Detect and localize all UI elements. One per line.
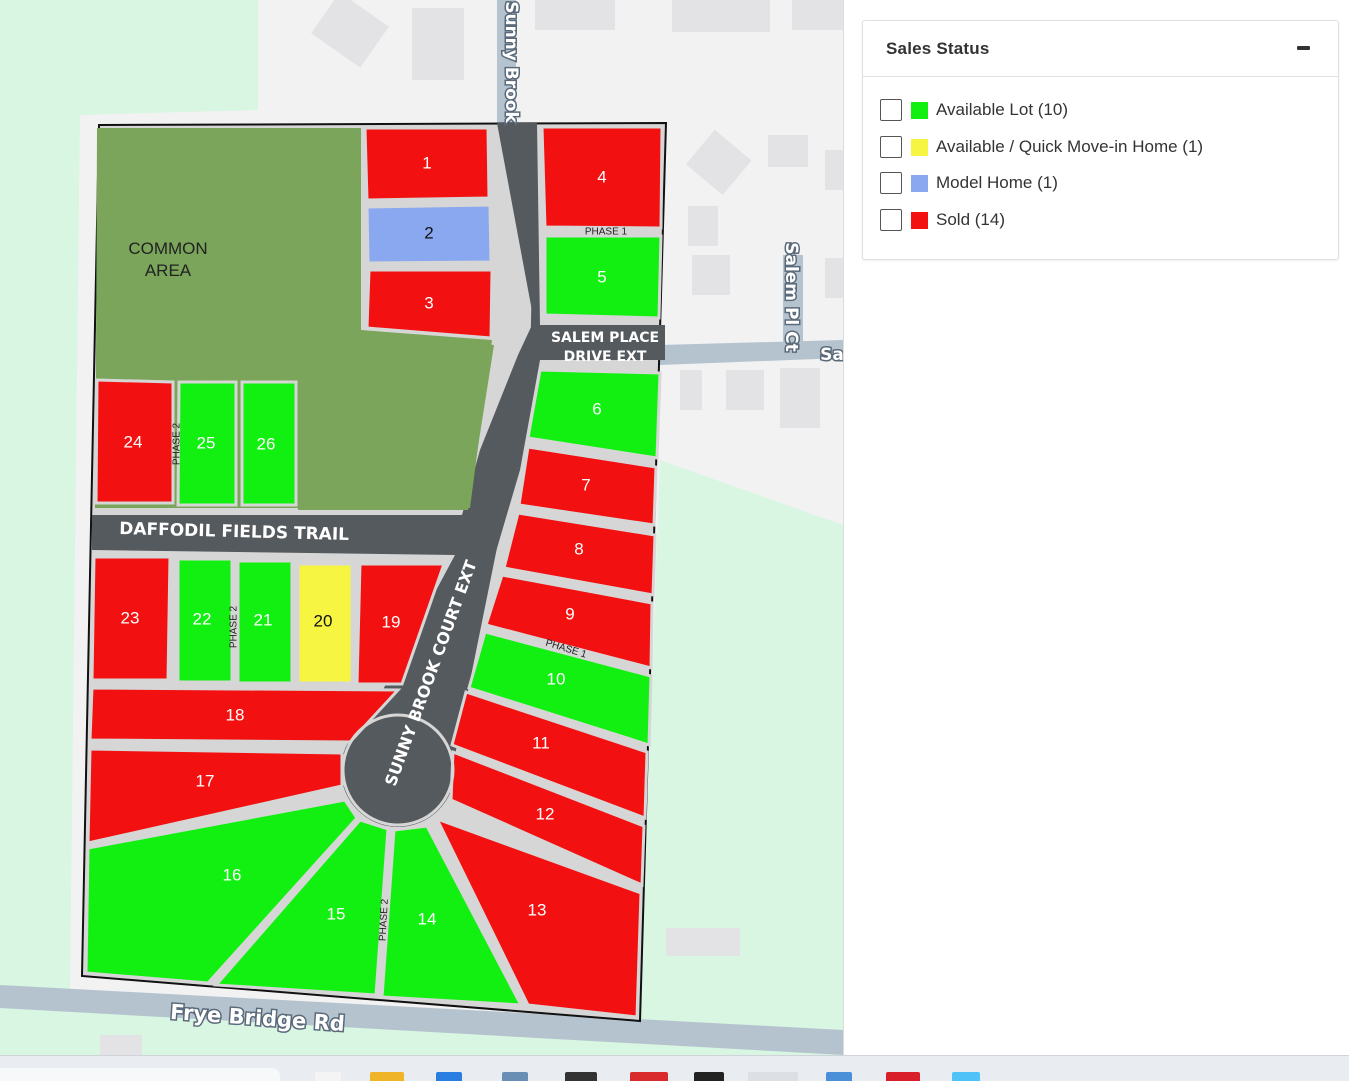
lot-label-2: 2	[424, 223, 433, 242]
salem-street-label-cut: Sa	[820, 345, 843, 365]
legend-item-quick-move-in[interactable]: Available / Quick Move-in Home (1)	[880, 135, 1203, 159]
lot-label-22: 22	[193, 609, 212, 628]
phase-label-1-top: PHASE 1	[585, 227, 628, 238]
lot-label-9: 9	[565, 604, 574, 623]
lot-label-14: 14	[418, 909, 437, 928]
phase-label-2-top: PHASE 2	[172, 422, 183, 465]
swatch-available-lot	[911, 101, 928, 119]
panel-header: Sales Status	[863, 21, 1338, 77]
salem-place-ext-label-1: SALEM PLACE	[551, 330, 659, 346]
common-area-label-2: AREA	[145, 261, 192, 280]
phase-label-2-bottom: PHASE 2	[378, 898, 391, 941]
site-plan-map[interactable]: COMMON AREA 1 2 3 4 5 6 7 8 9 10 11 12 1…	[0, 0, 843, 1055]
lot-label-5: 5	[597, 267, 606, 286]
taskbar	[0, 1055, 1349, 1081]
swatch-quick-move-in	[911, 138, 928, 156]
salem-pl-ct-street-label: Salem Pl Ct	[781, 242, 801, 352]
collapse-button[interactable]	[1294, 36, 1314, 60]
checkbox-model-home[interactable]	[880, 172, 902, 194]
map-canvas[interactable]: COMMON AREA 1 2 3 4 5 6 7 8 9 10 11 12 1…	[0, 0, 843, 1055]
lot-label-23: 23	[121, 608, 140, 627]
lot-label-20: 20	[314, 611, 333, 630]
checkbox-available-lot[interactable]	[880, 99, 902, 121]
lot-label-15: 15	[327, 904, 346, 923]
panel-title: Sales Status	[886, 39, 990, 58]
lot-label-13: 13	[528, 900, 547, 919]
legend-item-model-home[interactable]: Model Home (1)	[880, 171, 1058, 195]
sales-status-panel: Sales Status Available Lot (10) Availabl…	[862, 20, 1339, 260]
checkbox-quick-move-in[interactable]	[880, 136, 902, 158]
sunny-brook-street-label: Sunny Brook	[501, 1, 521, 123]
lot-label-18: 18	[226, 705, 245, 724]
lot-label-26: 26	[257, 434, 276, 453]
legend-label-model-home: Model Home (1)	[936, 173, 1058, 192]
legend-label-sold: Sold (14)	[936, 210, 1005, 229]
lot-label-21: 21	[254, 610, 273, 629]
lot-label-6: 6	[592, 399, 601, 418]
lot-label-10: 10	[547, 669, 566, 688]
lot-label-24: 24	[124, 432, 143, 451]
legend-item-available-lot[interactable]: Available Lot (10)	[880, 98, 1068, 122]
legend-label-quick-move-in: Available / Quick Move-in Home (1)	[936, 137, 1204, 156]
legend-item-sold[interactable]: Sold (14)	[880, 208, 1005, 232]
lot-label-16: 16	[223, 865, 242, 884]
checkbox-sold[interactable]	[880, 209, 902, 231]
lot-label-4: 4	[597, 167, 606, 186]
lot-label-25: 25	[197, 433, 216, 452]
lot-label-11: 11	[532, 733, 550, 752]
lot-label-17: 17	[196, 771, 215, 790]
lot-label-7: 7	[581, 475, 590, 494]
legend-label-available-lot: Available Lot (10)	[936, 100, 1068, 119]
lot-label-12: 12	[536, 804, 555, 823]
taskbar-search-box[interactable]	[0, 1068, 280, 1081]
lot-label-19: 19	[382, 612, 401, 631]
sidebar: Sales Status Available Lot (10) Availabl…	[843, 0, 1349, 1055]
lot-label-1: 1	[422, 153, 431, 172]
common-area-label-1: COMMON	[128, 239, 207, 258]
swatch-model-home	[911, 174, 928, 192]
phase-label-2-mid: PHASE 2	[229, 605, 240, 648]
swatch-sold	[911, 211, 928, 229]
salem-place-ext-label-2: DRIVE EXT	[564, 349, 647, 365]
lot-label-3: 3	[424, 293, 433, 312]
lot-label-8: 8	[574, 539, 583, 558]
minus-icon	[1297, 46, 1310, 50]
